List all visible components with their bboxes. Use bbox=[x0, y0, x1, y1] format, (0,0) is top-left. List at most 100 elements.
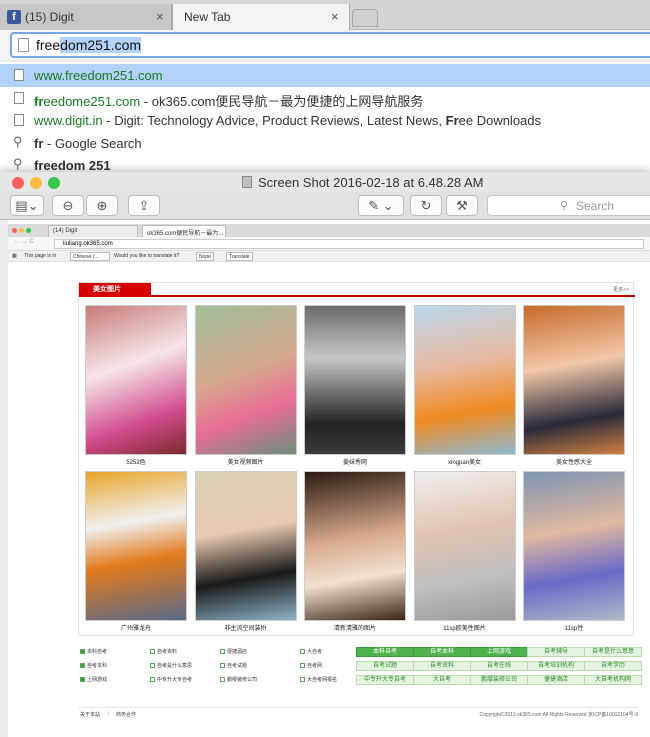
gallery-caption: 美女视频图片 bbox=[227, 460, 264, 466]
green-link-button: 自考试题 bbox=[356, 661, 414, 671]
rotate-button[interactable]: ↻ bbox=[410, 195, 442, 216]
suggestion-url: eedome251.com bbox=[43, 94, 141, 109]
page-icon bbox=[18, 38, 29, 52]
translate-icon: ▦ bbox=[12, 253, 17, 259]
typed-text: free bbox=[36, 37, 61, 53]
sidebar-toggle-button[interactable]: ▤⌄ bbox=[10, 195, 44, 216]
translate-button: Translate bbox=[226, 252, 253, 261]
match-text: fr bbox=[34, 94, 44, 109]
page-icon bbox=[14, 69, 24, 81]
search-icon: ⚲ bbox=[13, 134, 23, 149]
search-input[interactable]: ⚲ Search bbox=[487, 195, 650, 216]
link-item: 自考本科 bbox=[80, 661, 107, 671]
green-link-button: 自考本科 bbox=[413, 647, 471, 657]
green-link-button: 中专升大专自考 bbox=[356, 675, 414, 685]
green-link-button: 便捷酒店 bbox=[527, 675, 585, 685]
suggestion-item[interactable]: freedome251.com - ok365.com便民导航－最为便捷的上网导… bbox=[0, 87, 650, 110]
close-tab-icon[interactable]: × bbox=[156, 9, 164, 24]
suggestion-item[interactable]: ⚲ fr - Google Search bbox=[0, 132, 650, 155]
zoom-in-button[interactable]: ⊕ bbox=[86, 195, 118, 216]
suggestion-desc: ee Downloads bbox=[458, 113, 542, 128]
tab-label: (15) Digit bbox=[25, 10, 74, 24]
gallery-caption: 美女性感大全 bbox=[555, 460, 592, 466]
match-text: Fr bbox=[445, 113, 459, 128]
nope-button: Nope bbox=[196, 252, 214, 261]
green-link-button: 自考资料 bbox=[413, 661, 471, 671]
link-item: 鹏缨装修公司 bbox=[220, 675, 257, 685]
preview-window: Screen Shot 2016-02-18 at 6.48.28 AM ⌄ ▤… bbox=[0, 172, 650, 737]
toolbar: freedom251.com bbox=[0, 30, 650, 60]
gallery-card: 5252色 bbox=[85, 305, 187, 466]
address-bar[interactable]: freedom251.com bbox=[10, 32, 650, 58]
green-link-button: 大自考 bbox=[413, 675, 471, 685]
gallery-photo bbox=[194, 471, 297, 621]
suggestion-item[interactable]: www.digit.in - Digit: Technology Advice,… bbox=[0, 109, 650, 132]
gallery-photo bbox=[523, 305, 625, 455]
green-link-button: 自考是什么意思 bbox=[584, 647, 642, 657]
link-item: 便捷酒店 bbox=[220, 647, 247, 657]
facebook-icon: f bbox=[7, 10, 21, 24]
green-link-button: 鹏缨装修公司 bbox=[470, 675, 528, 685]
link-item: 大自考网报名 bbox=[300, 675, 337, 685]
suggestion-desc: - Digit: Technology Advice, Product Revi… bbox=[102, 113, 446, 128]
tab-new-tab[interactable]: New Tab × bbox=[172, 4, 350, 30]
link-item: 上网游戏 bbox=[80, 675, 107, 685]
suggestion-text: freedom 251 bbox=[34, 158, 111, 173]
gallery-photo bbox=[85, 305, 187, 455]
web-page: 美女图片 更多>> 5252色 美女视频图片 姜妹秀网 xingpan美女 美女性感大全… bbox=[78, 282, 635, 636]
preview-toolbar: ▤⌄ ⊖ ⊕ ⇪ ✎ ⌄ ↻ ⚒ ⚲ Search bbox=[0, 192, 650, 220]
inner-tab: (14) Digit bbox=[48, 225, 138, 237]
link-item: 本科自考 bbox=[80, 647, 107, 657]
markup-button[interactable]: ✎ ⌄ bbox=[358, 195, 404, 216]
suggestion-text: fr - Google Search bbox=[34, 136, 142, 151]
copyright-text: Copyright©2013 ok365.com All Rights Rese… bbox=[479, 712, 639, 718]
zoom-window-button[interactable] bbox=[48, 177, 60, 189]
green-link-button: 自考培训机构 bbox=[527, 661, 585, 671]
gallery-caption: 广州雅龙舟 bbox=[120, 626, 151, 632]
inner-tab: ok365.com便民导航－最为... bbox=[142, 225, 226, 237]
omnibox-suggestions: www.freedom251.com freedome251.com - ok3… bbox=[0, 62, 650, 174]
language-select: Chinese (... bbox=[70, 252, 110, 261]
link-item: 自考试题 bbox=[220, 661, 247, 671]
gallery-caption: 姜妹秀网 bbox=[342, 460, 367, 466]
screenshot-document: (14) Digit ok365.com便民导航－最为... ← → C liu… bbox=[8, 220, 650, 737]
gallery-card: 广州雅龙舟 bbox=[85, 471, 187, 632]
translate-bar: ▦ This page is in Chinese (... Would you… bbox=[8, 251, 650, 262]
gallery-caption: 11sp性 bbox=[564, 626, 584, 632]
inner-url: liuliang.ok365.com bbox=[54, 239, 644, 249]
gallery-card: 非主流空间装扮 bbox=[194, 471, 297, 632]
link-directory: 本科自考 自考资料 便捷酒店 大自考 自考本科 自考是什么意思 自考试题 自考网… bbox=[78, 646, 642, 690]
green-link-button: 上网游戏 bbox=[470, 647, 528, 657]
close-window-button bbox=[12, 228, 17, 233]
share-button[interactable]: ⇪ bbox=[128, 195, 160, 216]
gallery-card: 美女视频图片 bbox=[194, 305, 297, 466]
search-placeholder: Search bbox=[576, 199, 615, 213]
gallery-photo bbox=[523, 471, 625, 621]
minimize-window-button[interactable] bbox=[30, 177, 42, 189]
chevron-down-icon[interactable]: ⌄ bbox=[476, 174, 485, 187]
back-icon: ← → C bbox=[14, 239, 34, 245]
gallery-card: 美女性感大全 bbox=[523, 305, 625, 466]
close-window-button[interactable] bbox=[12, 177, 24, 189]
close-tab-icon[interactable]: × bbox=[331, 9, 339, 24]
suggestion-desc: - Google Search bbox=[43, 136, 142, 151]
zoom-out-button[interactable]: ⊖ bbox=[52, 195, 84, 216]
gallery-photo bbox=[304, 305, 406, 455]
window-title: Screen Shot 2016-02-18 at 6.48.28 AM bbox=[258, 175, 484, 190]
translate-text: This page is in bbox=[24, 253, 57, 259]
preview-titlebar: Screen Shot 2016-02-18 at 6.48.28 AM ⌄ bbox=[0, 172, 650, 192]
suggestion-desc: - ok365.com便民导航－最为便捷的上网导航服务 bbox=[140, 94, 424, 109]
green-link-button: 自考在线 bbox=[470, 661, 528, 671]
suggestion-text: freedome251.com - ok365.com便民导航－最为便捷的上网导… bbox=[34, 91, 423, 110]
minimize-window-button bbox=[19, 228, 24, 233]
gallery-card: 11sp性 bbox=[523, 471, 625, 632]
divider: | bbox=[108, 711, 110, 717]
tab-bar: f (15) Digit × New Tab × bbox=[0, 0, 650, 30]
tab-digit[interactable]: f (15) Digit × bbox=[0, 4, 172, 30]
new-tab-button[interactable] bbox=[352, 9, 378, 27]
suggestion-item[interactable]: www.freedom251.com bbox=[0, 64, 650, 87]
section-title: 美女图片 bbox=[79, 283, 151, 297]
toolbox-button[interactable]: ⚒ bbox=[446, 195, 478, 216]
gallery-card: 姜妹秀网 bbox=[304, 305, 406, 466]
green-link-button: 大自考机构网 bbox=[584, 675, 642, 685]
